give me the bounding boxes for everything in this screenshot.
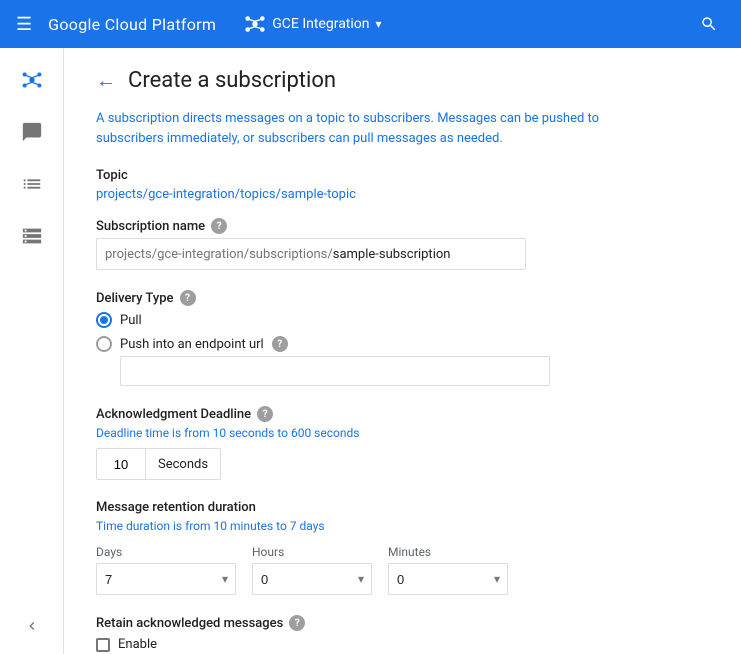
ack-section: Acknowledgment Deadline ? Deadline time … [96, 406, 709, 480]
ack-input-row: Seconds [96, 448, 709, 480]
subscription-prefix: projects/gce-integration/subscriptions/ [105, 247, 333, 262]
ack-hint-prefix: Deadline time is from [96, 426, 213, 440]
app-title: Google Cloud Platform [48, 15, 216, 34]
storage-icon [21, 225, 43, 247]
retention-hint-min: 10 [214, 519, 228, 533]
hours-label: Hours [252, 545, 372, 559]
page-header: ← Create a subscription [96, 68, 709, 93]
back-button[interactable]: ← [96, 68, 116, 93]
project-name: GCE Integration [272, 16, 369, 32]
radio-push[interactable]: Push into an endpoint url ? [96, 336, 709, 352]
retention-hint-prefix: Time duration is from [96, 519, 214, 533]
sidebar-collapse-button[interactable] [8, 610, 56, 642]
header: ☰ Google Cloud Platform GCE Integration … [0, 0, 741, 48]
subscription-input[interactable]: projects/gce-integration/subscriptions/ … [96, 238, 526, 270]
hours-select[interactable]: 0 1 2 [252, 563, 372, 595]
retention-hint-mid: minutes to [227, 519, 290, 533]
ack-hint: Deadline time is from 10 seconds to 600 … [96, 426, 709, 440]
subscription-section: Subscription name ? projects/gce-integra… [96, 218, 709, 270]
project-dropdown-icon: ▾ [376, 17, 382, 31]
sidebar-item-topics[interactable] [8, 160, 56, 208]
retain-enable-label: Enable [118, 637, 157, 652]
retain-label: Retain acknowledged messages ? [96, 615, 709, 631]
page-title: Create a subscription [128, 68, 336, 93]
ack-hint-mid: seconds to [226, 426, 291, 440]
delivery-label: Delivery Type ? [96, 290, 709, 306]
sidebar [0, 48, 64, 654]
ack-unit-label: Seconds [146, 448, 221, 480]
sidebar-item-messaging[interactable] [8, 108, 56, 156]
sidebar-item-storage[interactable] [8, 212, 56, 260]
collapse-icon [24, 618, 40, 634]
info-text: A subscription directs messages on a top… [96, 109, 636, 148]
subscription-help-icon[interactable]: ? [211, 218, 227, 234]
radio-pull-circle [96, 312, 112, 328]
days-select[interactable]: 7 1 2 3 [96, 563, 236, 595]
minutes-field: Minutes 0 15 30 45 ▾ [388, 545, 508, 595]
retention-section: Message retention duration Time duration… [96, 500, 709, 595]
ack-hint-max: 600 [291, 426, 311, 440]
ack-label: Acknowledgment Deadline ? [96, 406, 709, 422]
list-icon [21, 173, 43, 195]
push-endpoint-input[interactable] [120, 356, 550, 386]
retain-enable-checkbox[interactable] [96, 638, 110, 652]
ack-value-input[interactable] [96, 448, 146, 480]
days-select-wrapper: 7 1 2 3 ▾ [96, 563, 236, 595]
ack-hint-suffix: seconds [311, 426, 359, 440]
layout: ← Create a subscription A subscription d… [0, 48, 741, 654]
project-selector[interactable]: GCE Integration ▾ [244, 13, 381, 35]
retention-fields: Days 7 1 2 3 ▾ Hours [96, 545, 709, 595]
days-label: Days [96, 545, 236, 559]
radio-push-circle [96, 336, 112, 352]
delivery-type-group: Pull Push into an endpoint url ? [96, 312, 709, 352]
minutes-label: Minutes [388, 545, 508, 559]
retention-label: Message retention duration [96, 500, 709, 515]
retain-checkbox-row: Enable [96, 637, 709, 652]
topic-value: projects/gce-integration/topics/sample-t… [96, 187, 709, 202]
chat-icon [21, 121, 43, 143]
ack-hint-min: 10 [213, 426, 227, 440]
project-icon [244, 13, 266, 35]
radio-pull-label: Pull [120, 313, 142, 328]
subscription-value: sample-subscription [333, 247, 451, 262]
delivery-section: Delivery Type ? Pull Push into an endpoi… [96, 290, 709, 386]
days-field: Days 7 1 2 3 ▾ [96, 545, 236, 595]
hours-select-wrapper: 0 1 2 ▾ [252, 563, 372, 595]
ack-help-icon[interactable]: ? [257, 406, 273, 422]
minutes-select-wrapper: 0 15 30 45 ▾ [388, 563, 508, 595]
retention-hint: Time duration is from 10 minutes to 7 da… [96, 519, 709, 533]
topic-label: Topic [96, 168, 709, 183]
radio-pull[interactable]: Pull [96, 312, 709, 328]
sidebar-item-overview[interactable] [8, 56, 56, 104]
radio-push-label: Push into an endpoint url [120, 337, 264, 352]
retention-hint-max: 7 days [290, 519, 325, 533]
search-button[interactable] [693, 8, 725, 40]
minutes-select[interactable]: 0 15 30 45 [388, 563, 508, 595]
topic-section: Topic projects/gce-integration/topics/sa… [96, 168, 709, 202]
delivery-help-icon[interactable]: ? [180, 290, 196, 306]
hours-field: Hours 0 1 2 ▾ [252, 545, 372, 595]
subscription-label: Subscription name ? [96, 218, 709, 234]
retain-section: Retain acknowledged messages ? Enable [96, 615, 709, 652]
menu-icon[interactable]: ☰ [16, 14, 32, 35]
retain-help-icon[interactable]: ? [289, 615, 305, 631]
push-help-icon[interactable]: ? [272, 336, 288, 352]
nodes-icon [21, 69, 43, 91]
main-content: ← Create a subscription A subscription d… [64, 48, 741, 654]
search-icon [700, 15, 718, 33]
